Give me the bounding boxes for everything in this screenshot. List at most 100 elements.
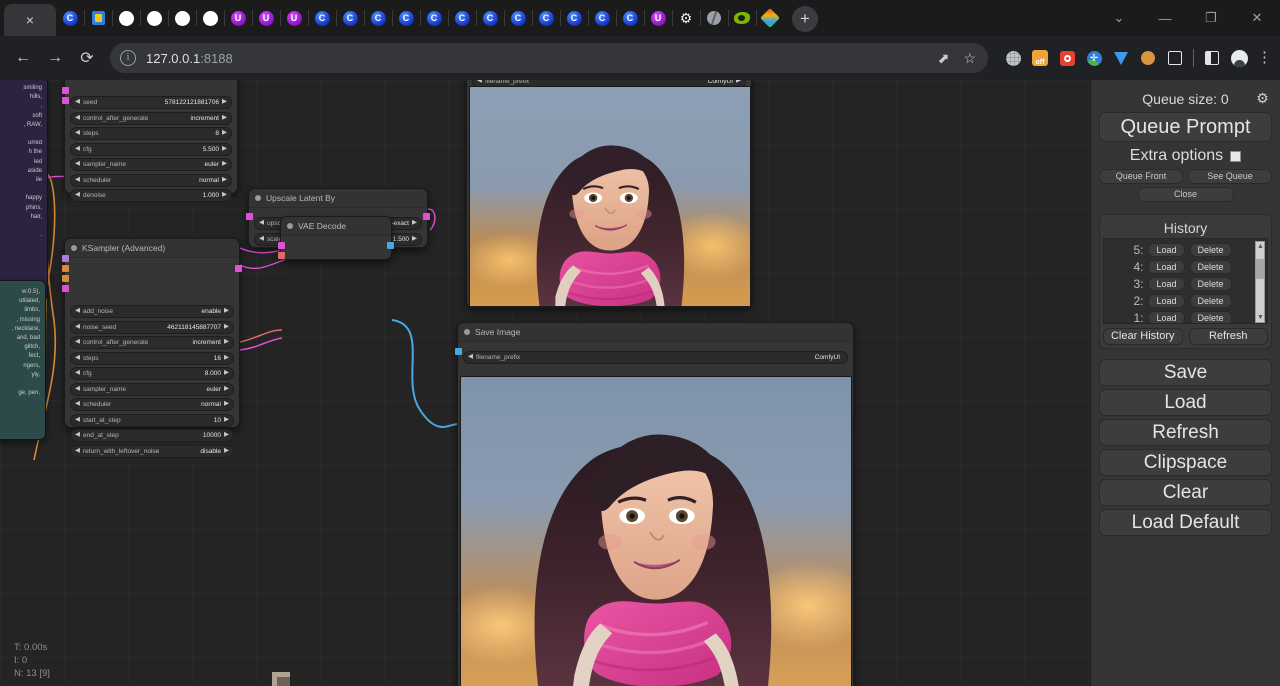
node-collapse-icon[interactable] xyxy=(71,245,77,251)
tab-comfyui-4[interactable]: C xyxy=(364,0,392,36)
widget-right-arrow-icon[interactable]: ▶ xyxy=(222,177,227,184)
widget-scheduler[interactable]: ◀ scheduler normal ▶ xyxy=(70,174,232,187)
history-load-button[interactable]: Load xyxy=(1148,260,1184,274)
three-dot-menu-icon[interactable]: ⋮ xyxy=(1257,53,1272,63)
history-delete-button[interactable]: Delete xyxy=(1190,311,1232,325)
widget-left-arrow-icon[interactable]: ◀ xyxy=(75,355,80,362)
widget-right-arrow-icon[interactable]: ▶ xyxy=(224,339,229,346)
widget-right-arrow-icon[interactable]: ▶ xyxy=(736,80,741,85)
share-icon[interactable]: ⬈ xyxy=(938,50,950,67)
widget-steps[interactable]: ◀ steps 8 ▶ xyxy=(70,127,232,140)
queue-front-button[interactable]: Queue Front xyxy=(1099,169,1183,184)
tab-u-2[interactable]: U xyxy=(252,0,280,36)
widget-right-arrow-icon[interactable]: ▶ xyxy=(412,220,417,227)
history-scrollbar[interactable]: ▲ ▼ xyxy=(1255,241,1265,323)
bag-icon[interactable] xyxy=(1166,49,1184,67)
history-load-button[interactable]: Load xyxy=(1148,311,1184,325)
widget-left-arrow-icon[interactable]: ◀ xyxy=(75,324,80,331)
node-title-bar[interactable]: KSampler (Advanced) xyxy=(65,239,239,258)
forward-button[interactable]: → xyxy=(40,43,70,73)
address-bar[interactable]: i 127.0.0.1:8188 ⬈ ☆ xyxy=(110,43,988,73)
widget-end-at-step[interactable]: ◀ end_at_step 10000 ▶ xyxy=(70,429,234,442)
node-ksampler-advanced[interactable]: KSampler (Advanced) ◀ add_noise enable ▶… xyxy=(64,238,240,428)
vpn-off-icon[interactable]: off xyxy=(1031,49,1049,67)
widget-right-arrow-icon[interactable]: ▶ xyxy=(224,417,229,424)
history-load-button[interactable]: Load xyxy=(1148,243,1184,257)
widget-return-with-leftover-noise[interactable]: ◀ return_with_leftover_noise disable ▶ xyxy=(70,445,234,458)
history-load-button[interactable]: Load xyxy=(1148,294,1184,308)
widget-right-arrow-icon[interactable]: ▶ xyxy=(224,432,229,439)
tab-comfyui-5[interactable]: C xyxy=(392,0,420,36)
tab-comfyui-10[interactable]: C xyxy=(532,0,560,36)
scrollbar-thumb[interactable] xyxy=(1256,259,1264,279)
node-port[interactable] xyxy=(62,275,69,282)
node-collapse-icon[interactable] xyxy=(464,329,470,335)
widget-sampler-name[interactable]: ◀ sampler_name euler ▶ xyxy=(70,383,234,396)
widget-noise-seed[interactable]: ◀ noise_seed 462118145887707 ▶ xyxy=(70,321,234,334)
widget-left-arrow-icon[interactable]: ◀ xyxy=(75,146,80,153)
node-collapse-icon[interactable] xyxy=(255,195,261,201)
widget-right-arrow-icon[interactable]: ▶ xyxy=(224,386,229,393)
tab-u-3[interactable]: U xyxy=(280,0,308,36)
widget-left-arrow-icon[interactable]: ◀ xyxy=(75,99,80,106)
node-title-bar[interactable]: Save Image xyxy=(458,323,853,342)
history-list[interactable]: 5:LoadDelete4:LoadDelete3:LoadDelete2:Lo… xyxy=(1103,238,1268,324)
globe-grid-icon[interactable] xyxy=(1004,49,1022,67)
widget-left-arrow-icon[interactable]: ◀ xyxy=(75,417,80,424)
tab-comfyui-3[interactable]: C xyxy=(336,0,364,36)
widget-left-arrow-icon[interactable]: ◀ xyxy=(75,386,80,393)
preview-image-1[interactable] xyxy=(469,86,751,307)
tab-search-icon[interactable]: ⌄ xyxy=(1096,0,1142,36)
cookie-icon[interactable] xyxy=(1139,49,1157,67)
widget-seed[interactable]: ◀ seed 578122121881706 ▶ xyxy=(70,96,232,109)
node-port[interactable] xyxy=(246,213,253,220)
new-tab-button[interactable]: + xyxy=(792,6,818,32)
tab-github-2[interactable] xyxy=(140,0,168,36)
save-button[interactable]: Save xyxy=(1099,359,1272,386)
widget-right-arrow-icon[interactable]: ▶ xyxy=(222,146,227,153)
history-load-button[interactable]: Load xyxy=(1148,277,1184,291)
widget-left-arrow-icon[interactable]: ◀ xyxy=(477,80,482,85)
node-graph-canvas[interactable]: smiling hills, , soft , RAW, urred h the… xyxy=(0,80,1090,686)
close-button[interactable]: Close xyxy=(1138,187,1234,202)
widget-right-arrow-icon[interactable]: ▶ xyxy=(224,355,229,362)
back-button[interactable]: ← xyxy=(8,43,38,73)
widget-left-arrow-icon[interactable]: ◀ xyxy=(75,401,80,408)
widget-right-arrow-icon[interactable]: ▶ xyxy=(224,448,229,455)
minimize-button[interactable]: — xyxy=(1142,0,1188,36)
tab-github-3[interactable] xyxy=(168,0,196,36)
node-port[interactable] xyxy=(278,252,285,259)
widget-left-arrow-icon[interactable]: ◀ xyxy=(75,432,80,439)
history-delete-button[interactable]: Delete xyxy=(1190,260,1232,274)
widget-steps[interactable]: ◀ steps 16 ▶ xyxy=(70,352,234,365)
node-port[interactable] xyxy=(62,97,69,104)
tab-u-4[interactable]: U xyxy=(644,0,672,36)
extra-options-checkbox[interactable] xyxy=(1230,151,1241,162)
widget-start-at-step[interactable]: ◀ start_at_step 10 ▶ xyxy=(70,414,234,427)
side-panel-icon[interactable] xyxy=(1203,49,1221,67)
widget-right-arrow-icon[interactable]: ▶ xyxy=(224,324,229,331)
site-info-icon[interactable]: i xyxy=(120,50,136,66)
load-button[interactable]: Load xyxy=(1099,389,1272,416)
refresh-button[interactable]: Refresh xyxy=(1099,419,1272,446)
collapsed-node-marker[interactable] xyxy=(272,672,290,686)
widget-right-arrow-icon[interactable]: ▶ xyxy=(222,161,227,168)
scroll-up-icon[interactable]: ▲ xyxy=(1257,243,1264,250)
tab-comfyui-11[interactable]: C xyxy=(560,0,588,36)
widget-right-arrow-icon[interactable]: ▶ xyxy=(412,236,417,243)
node-port[interactable] xyxy=(62,285,69,292)
tab-comfyui-1[interactable]: C xyxy=(56,0,84,36)
opera-o-icon[interactable] xyxy=(1058,49,1076,67)
reload-button[interactable]: ⟳ xyxy=(72,43,102,73)
widget-right-arrow-icon[interactable]: ▶ xyxy=(222,130,227,137)
widget-left-arrow-icon[interactable]: ◀ xyxy=(259,236,264,243)
node-vae-decode[interactable]: VAE Decode xyxy=(280,216,392,260)
widget-left-arrow-icon[interactable]: ◀ xyxy=(75,339,80,346)
node-port[interactable] xyxy=(423,213,430,220)
node-port[interactable] xyxy=(62,265,69,272)
gem-icon[interactable] xyxy=(1112,49,1130,67)
widget-right-arrow-icon[interactable]: ▶ xyxy=(222,99,227,106)
widget-denoise[interactable]: ◀ denoise 1.000 ▶ xyxy=(70,189,232,202)
tab-comfyui-7[interactable]: C xyxy=(448,0,476,36)
widget-right-arrow-icon[interactable]: ▶ xyxy=(224,401,229,408)
